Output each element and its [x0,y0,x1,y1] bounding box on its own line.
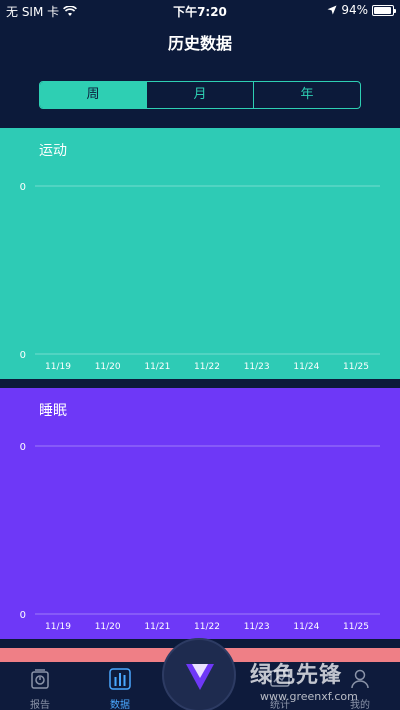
exercise-chart-title: 运动 [39,143,67,159]
x-tick-label: 11/19 [45,622,71,632]
segment-year[interactable]: 年 [254,82,360,108]
x-tick-label: 11/20 [95,362,121,372]
segment-week[interactable]: 周 [40,82,147,108]
sleep-chart-title: 睡眠 [39,403,67,419]
x-tick-label: 11/24 [293,362,319,372]
x-tick-label: 11/22 [194,622,220,632]
x-tick-label: 11/21 [144,362,170,372]
segment-month[interactable]: 月 [147,82,254,108]
profile-icon [351,669,369,689]
tab-report-label: 报告 [30,700,50,710]
battery-fill [374,6,391,14]
sleep-chart: 0 0 11/19 11/20 11/21 11/22 11/23 11/24 11/25 [20,442,380,632]
x-tick-label: 11/20 [95,622,121,632]
status-right: 94% [327,3,396,17]
x-tick-label: 11/25 [343,362,369,372]
location-arrow-icon [327,5,337,15]
x-tick-label: 11/23 [244,622,270,632]
x-tick-label: 11/24 [293,622,319,632]
tab-report[interactable]: 报告 [10,666,70,710]
status-bar: 无 SIM 卡 下午7:20 94% [0,0,400,22]
battery-icon [372,4,396,16]
tab-data-label: 数据 [110,700,130,710]
x-tick-label: 11/21 [144,622,170,632]
y-tick-label: 0 [20,442,26,453]
sleep-chart-card: 0 0 11/19 11/20 11/21 11/22 11/23 11/24 11/25 睡眠 [0,388,400,639]
y-tick-label: 0 [20,350,26,361]
x-tick-label: 11/19 [45,362,71,372]
watermark-url: www.greenxf.com [260,690,358,703]
logo-icon [186,664,214,690]
x-tick-label: 11/25 [343,622,369,632]
battery-percent: 94% [341,3,368,17]
y-tick-label: 0 [20,610,26,621]
center-action-button[interactable] [162,638,236,710]
exercise-chart: 0 0 11/19 11/20 11/21 11/22 11/23 11/24 11/25 [20,182,380,372]
tab-data[interactable]: 数据 [90,666,150,710]
y-tick-label: 0 [20,182,26,193]
exercise-chart-card: 0 0 11/19 11/20 11/21 11/22 11/23 11/24 11/25 运动 [0,128,400,379]
page-title: 历史数据 [167,34,232,53]
x-tick-label: 11/23 [244,362,270,372]
report-icon [31,669,49,689]
period-segmented-control: 周 月 年 [39,81,361,109]
watermark-text: 绿色先锋 [250,663,343,688]
bar-chart-icon [109,668,131,690]
x-tick-label: 11/22 [194,362,220,372]
